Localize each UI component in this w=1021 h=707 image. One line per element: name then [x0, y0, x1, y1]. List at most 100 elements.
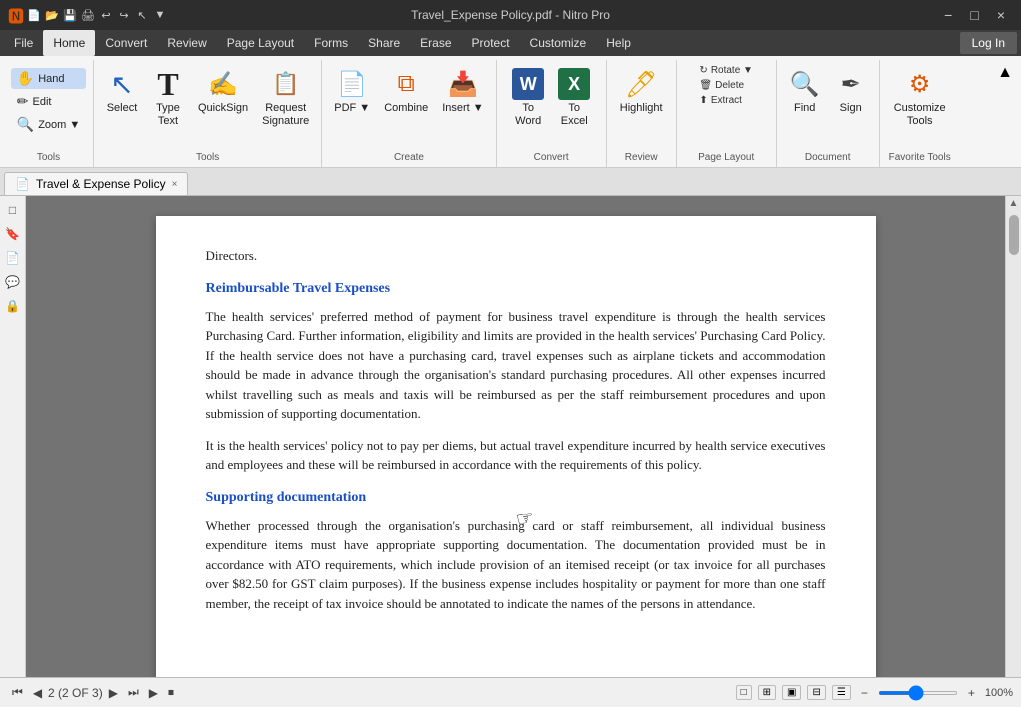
sidebar-thumbnail-icon[interactable]: □ — [3, 200, 23, 220]
edit-button[interactable]: ✏ Edit — [11, 91, 87, 112]
menu-forms[interactable]: Forms — [304, 30, 358, 56]
document-page: Directors. Reimbursable Travel Expenses … — [156, 216, 876, 677]
first-page-button[interactable]: ⏮ — [8, 683, 27, 702]
to-excel-button[interactable]: X ToExcel — [552, 64, 596, 132]
left-sidebar: □ 🔖 📄 💬 🔒 — [0, 196, 26, 677]
pdf-label: PDF ▼ — [334, 102, 370, 115]
scroll-up-arrow[interactable]: ▲ — [1007, 196, 1021, 211]
zoom-slider[interactable] — [878, 691, 958, 695]
sidebar-pages-icon[interactable]: 📄 — [3, 248, 23, 268]
login-button[interactable]: Log In — [960, 32, 1017, 54]
maximize-button[interactable]: □ — [962, 5, 986, 25]
single-page-view-button[interactable]: □ — [736, 685, 752, 700]
status-bar: ⏮ ◀ 2 (2 OF 3) ▶ ⏭ ▶ ⏹ □ ⊞ ▣ ⊟ ☰ − + 100… — [0, 677, 1021, 707]
review-buttons: 🖊 Highlight — [614, 60, 669, 165]
close-button[interactable]: × — [989, 5, 1013, 25]
document-tab[interactable]: 📄 Travel & Expense Policy × — [4, 172, 188, 195]
menu-review[interactable]: Review — [157, 30, 216, 56]
select-button[interactable]: ↖ Select — [100, 64, 144, 119]
delete-icon: 🗑 — [699, 80, 712, 91]
continuous-view-button[interactable]: ☰ — [832, 685, 851, 700]
to-word-button[interactable]: W ToWord — [506, 64, 550, 132]
highlight-button[interactable]: 🖊 Highlight — [614, 64, 669, 119]
status-right: □ ⊞ ▣ ⊟ ☰ − + 100% — [736, 684, 1013, 702]
fit-width-button[interactable]: ⊟ — [807, 685, 825, 700]
window-title: Travel_Expense Policy.pdf - Nitro Pro — [411, 8, 610, 22]
save-icon[interactable]: 💾 — [62, 7, 78, 23]
menu-erase[interactable]: Erase — [410, 30, 461, 56]
combine-label: Combine — [384, 102, 428, 115]
extract-label: Extract — [711, 95, 742, 106]
document-view[interactable]: Directors. Reimbursable Travel Expenses … — [26, 196, 1005, 677]
extract-button[interactable]: ⬆ Extract — [696, 94, 745, 107]
fav-buttons: ⚙ CustomizeTools — [888, 60, 952, 165]
menu-file[interactable]: File — [4, 30, 43, 56]
stop-button[interactable]: ⏹ — [164, 683, 178, 702]
combine-button[interactable]: ⧉ Combine — [378, 64, 434, 119]
document-buttons: 🔍 Find ✒ Sign — [783, 60, 873, 165]
find-button[interactable]: 🔍 Find — [783, 64, 827, 119]
zoom-button[interactable]: 🔍 Zoom ▼ — [11, 114, 87, 135]
sidebar-lock-icon[interactable]: 🔒 — [3, 296, 23, 316]
to-excel-label: ToExcel — [561, 102, 588, 128]
menu-customize[interactable]: Customize — [520, 30, 597, 56]
two-page-view-button[interactable]: ⊞ — [758, 685, 776, 700]
quick-access-toolbar: 🅽 📄 📂 💾 🖨 ↩ ↪ ↖ ▼ — [8, 7, 168, 23]
menu-help[interactable]: Help — [596, 30, 641, 56]
open-icon[interactable]: 📂 — [44, 7, 60, 23]
redo-icon[interactable]: ↪ — [116, 7, 132, 23]
minimize-button[interactable]: − — [936, 5, 960, 25]
quicksign-icon: ✍ — [207, 68, 239, 100]
quicksign-button[interactable]: ✍ QuickSign — [192, 64, 254, 119]
ribbon-group-document: 🔍 Find ✒ Sign Document — [777, 60, 880, 167]
convert-buttons: W ToWord X ToExcel — [506, 60, 596, 165]
play-button[interactable]: ▶ — [145, 684, 162, 702]
sign-button[interactable]: ✒ Sign — [829, 64, 873, 119]
print-icon[interactable]: 🖨 — [80, 7, 96, 23]
right-scrollbar[interactable]: ▲ — [1005, 196, 1021, 677]
insert-button[interactable]: 📥 Insert ▼ — [436, 64, 489, 119]
intro-text: Directors. — [206, 248, 258, 263]
request-sig-button[interactable]: 📋 RequestSignature — [256, 64, 315, 132]
highlight-icon: 🖊 — [625, 68, 657, 100]
section-title-2: Supporting documentation — [206, 487, 826, 508]
find-icon: 🔍 — [789, 68, 821, 100]
customize-tools-button[interactable]: ⚙ CustomizeTools — [888, 64, 952, 132]
tab-bar: 📄 Travel & Expense Policy × — [0, 168, 1021, 196]
menu-convert[interactable]: Convert — [95, 30, 157, 56]
pdf-button[interactable]: 📄 PDF ▼ — [328, 64, 376, 119]
ribbon-collapse-button[interactable]: ▲ — [993, 60, 1017, 86]
delete-label: Delete — [715, 80, 744, 91]
menu-protect[interactable]: Protect — [462, 30, 520, 56]
hand-button[interactable]: ✋ Hand — [11, 68, 87, 89]
ribbon: ✋ Hand ✏ Edit 🔍 Zoom ▼ Tools ↖ Select — [0, 56, 1021, 168]
to-excel-icon: X — [558, 68, 590, 100]
dropdown-icon[interactable]: ▼ — [152, 7, 168, 23]
zoom-in-button[interactable]: + — [964, 684, 979, 702]
menu-home[interactable]: Home — [43, 30, 95, 56]
menu-page-layout[interactable]: Page Layout — [217, 30, 304, 56]
convert-label: Convert — [497, 152, 606, 163]
undo-icon[interactable]: ↩ — [98, 7, 114, 23]
app-icon: 🅽 — [8, 7, 24, 23]
rotate-button[interactable]: ↻ Rotate ▼ — [696, 64, 756, 77]
select-tool-icon[interactable]: ↖ — [134, 7, 150, 23]
zoom-out-button[interactable]: − — [857, 684, 872, 702]
last-page-button[interactable]: ⏭ — [124, 683, 143, 702]
sidebar-bookmarks-icon[interactable]: 🔖 — [3, 224, 23, 244]
tab-close-button[interactable]: × — [172, 179, 178, 190]
next-page-button[interactable]: ▶ — [105, 684, 122, 702]
scroll-thumb[interactable] — [1009, 215, 1019, 255]
hand-select-area: ✋ Hand ✏ Edit 🔍 Zoom ▼ — [11, 64, 87, 135]
new-icon[interactable]: 📄 — [26, 7, 42, 23]
sidebar-comments-icon[interactable]: 💬 — [3, 272, 23, 292]
delete-page-button[interactable]: 🗑 Delete — [696, 79, 747, 92]
edit-icon: ✏ — [17, 93, 29, 110]
type-text-icon: T — [152, 68, 184, 100]
type-text-button[interactable]: T TypeText — [146, 64, 190, 132]
prev-page-button[interactable]: ◀ — [29, 684, 46, 702]
page-layout-buttons: ↻ Rotate ▼ 🗑 Delete ⬆ Extract — [696, 60, 756, 165]
menu-share[interactable]: Share — [358, 30, 410, 56]
rotate-icon: ↻ — [699, 65, 707, 76]
fit-page-button[interactable]: ▣ — [782, 685, 801, 700]
